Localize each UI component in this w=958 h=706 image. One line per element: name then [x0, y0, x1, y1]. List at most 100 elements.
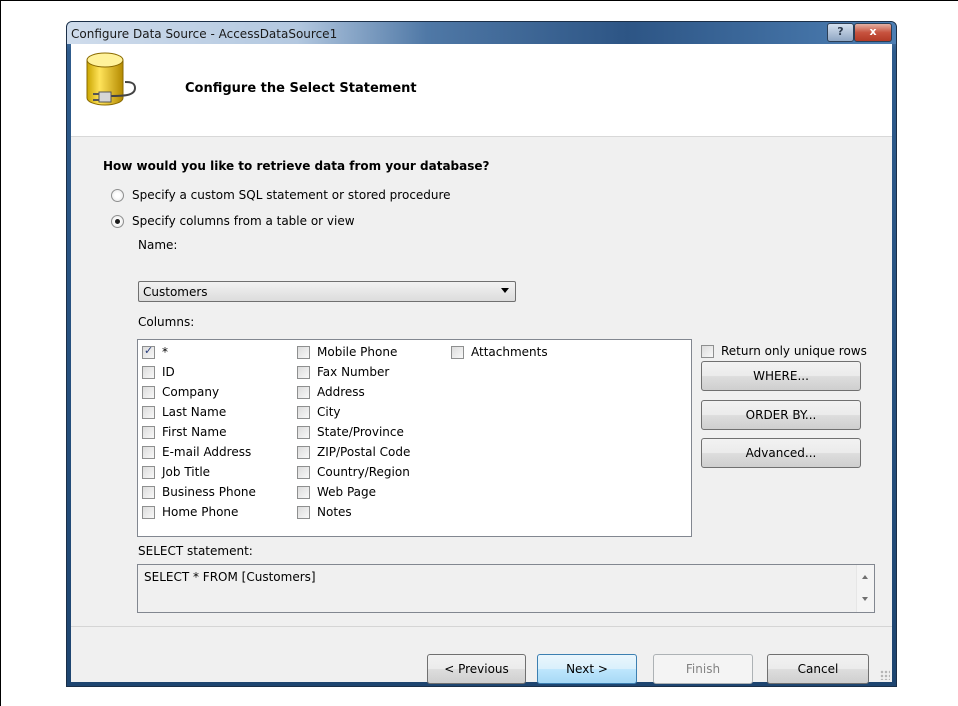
- column-label: Notes: [317, 505, 352, 519]
- column-item-zip-postal-code[interactable]: ZIP/Postal Code: [297, 442, 410, 462]
- column-item-state-province[interactable]: State/Province: [297, 422, 410, 442]
- custom-sql-radio[interactable]: [111, 188, 124, 202]
- column-label: Web Page: [317, 485, 377, 499]
- column-label: City: [317, 405, 341, 419]
- column-label: Job Title: [162, 465, 211, 479]
- column-item-attachments[interactable]: Attachments: [451, 342, 548, 362]
- column-checkbox[interactable]: [297, 385, 310, 399]
- column-label: Company: [162, 385, 220, 399]
- column-checkbox[interactable]: [142, 465, 155, 479]
- finish-button: Finish: [653, 654, 753, 684]
- column-item-email-address[interactable]: E-mail Address: [142, 442, 256, 462]
- resize-grip-icon[interactable]: [880, 670, 890, 680]
- column-label: Mobile Phone: [317, 345, 398, 359]
- column-item-id[interactable]: ID: [142, 362, 256, 382]
- column-checkbox[interactable]: [297, 345, 310, 359]
- column-checkbox[interactable]: [142, 425, 155, 439]
- close-button[interactable]: x: [854, 23, 892, 42]
- column-label: E-mail Address: [162, 445, 252, 459]
- column-item-company[interactable]: Company: [142, 382, 256, 402]
- column-item-home-phone[interactable]: Home Phone: [142, 502, 256, 522]
- column-checkbox[interactable]: [142, 344, 155, 359]
- column-item-city[interactable]: City: [297, 402, 410, 422]
- column-item-job-title[interactable]: Job Title: [142, 462, 256, 482]
- column-label: First Name: [162, 425, 227, 439]
- column-label: Attachments: [471, 345, 548, 359]
- where-button[interactable]: WHERE...: [701, 361, 861, 391]
- scroll-down-icon[interactable]: [862, 597, 868, 601]
- column-item-mobile-phone[interactable]: Mobile Phone: [297, 342, 410, 362]
- columns-group-2: Mobile Phone Fax Number Address City Sta…: [297, 342, 410, 522]
- column-checkbox[interactable]: [297, 425, 310, 439]
- column-item-country-region[interactable]: Country/Region: [297, 462, 410, 482]
- column-item-web-page[interactable]: Web Page: [297, 482, 410, 502]
- title-bar[interactable]: Configure Data Source - AccessDataSource…: [67, 22, 896, 44]
- column-label: Business Phone: [162, 485, 256, 499]
- dialog-client-area: Configure the Select Statement How would…: [71, 44, 892, 684]
- unique-rows-checkbox[interactable]: [701, 344, 714, 358]
- wizard-header: Configure the Select Statement: [71, 44, 892, 137]
- columns-group-3: Attachments: [451, 342, 548, 362]
- select-statement-label: SELECT statement:: [138, 544, 253, 558]
- column-checkbox[interactable]: [142, 485, 155, 499]
- columns-from-table-label: Specify columns from a table or view: [132, 214, 355, 228]
- column-item-notes[interactable]: Notes: [297, 502, 410, 522]
- column-label: Home Phone: [162, 505, 239, 519]
- custom-sql-label: Specify a custom SQL statement or stored…: [132, 188, 451, 202]
- column-checkbox[interactable]: [297, 485, 310, 499]
- database-connection-icon: [86, 52, 137, 106]
- unique-rows-option[interactable]: Return only unique rows: [701, 341, 867, 361]
- column-label: *: [162, 345, 168, 359]
- column-checkbox[interactable]: [142, 365, 155, 379]
- name-label: Name:: [138, 238, 178, 252]
- cancel-button[interactable]: Cancel: [767, 654, 869, 684]
- column-checkbox[interactable]: [142, 385, 155, 399]
- previous-button[interactable]: < Previous: [427, 654, 526, 684]
- column-item-address[interactable]: Address: [297, 382, 410, 402]
- retrieve-question: How would you like to retrieve data from…: [103, 159, 490, 173]
- advanced-button[interactable]: Advanced...: [701, 438, 861, 468]
- table-name-value: Customers: [143, 285, 208, 299]
- column-item-fax-number[interactable]: Fax Number: [297, 362, 410, 382]
- table-name-dropdown[interactable]: Customers: [138, 281, 516, 302]
- custom-sql-option[interactable]: Specify a custom SQL statement or stored…: [111, 188, 451, 202]
- column-label: Address: [317, 385, 365, 399]
- window-title: Configure Data Source - AccessDataSource…: [71, 27, 338, 41]
- column-checkbox[interactable]: [142, 405, 155, 419]
- page-title: Configure the Select Statement: [185, 81, 417, 96]
- configure-data-source-dialog: Configure Data Source - AccessDataSource…: [66, 21, 897, 687]
- column-item-first-name[interactable]: First Name: [142, 422, 256, 442]
- select-statement-text: SELECT * FROM [Customers]: [144, 570, 316, 584]
- column-label: ID: [162, 365, 175, 379]
- columns-from-table-option[interactable]: Specify columns from a table or view: [111, 214, 355, 228]
- column-checkbox[interactable]: [142, 505, 155, 519]
- column-label: Fax Number: [317, 365, 390, 379]
- columns-label: Columns:: [138, 315, 195, 329]
- scroll-up-icon[interactable]: [862, 575, 868, 579]
- column-item-star[interactable]: *: [142, 342, 256, 362]
- footer-separator: [71, 626, 892, 627]
- column-checkbox[interactable]: [297, 405, 310, 419]
- column-label: Country/Region: [317, 465, 410, 479]
- column-checkbox[interactable]: [297, 445, 310, 459]
- page-left-border: [0, 0, 1, 706]
- column-checkbox[interactable]: [142, 445, 155, 459]
- column-checkbox[interactable]: [451, 345, 464, 359]
- select-statement-box[interactable]: SELECT * FROM [Customers]: [137, 564, 875, 613]
- column-label: State/Province: [317, 425, 404, 439]
- column-item-last-name[interactable]: Last Name: [142, 402, 256, 422]
- column-item-business-phone[interactable]: Business Phone: [142, 482, 256, 502]
- order-by-button[interactable]: ORDER BY...: [701, 400, 861, 430]
- column-checkbox[interactable]: [297, 505, 310, 519]
- column-label: Last Name: [162, 405, 227, 419]
- unique-rows-label: Return only unique rows: [721, 344, 867, 358]
- page-top-border: [0, 0, 958, 1]
- help-button[interactable]: ?: [827, 23, 854, 42]
- next-button[interactable]: Next >: [537, 654, 637, 684]
- columns-group-1: * ID Company Last Name First Name E-mail…: [142, 342, 256, 522]
- statement-scrollbar[interactable]: [856, 565, 874, 612]
- columns-list[interactable]: * ID Company Last Name First Name E-mail…: [137, 339, 692, 537]
- column-checkbox[interactable]: [297, 365, 310, 379]
- columns-from-table-radio[interactable]: [111, 214, 124, 228]
- column-checkbox[interactable]: [297, 465, 310, 479]
